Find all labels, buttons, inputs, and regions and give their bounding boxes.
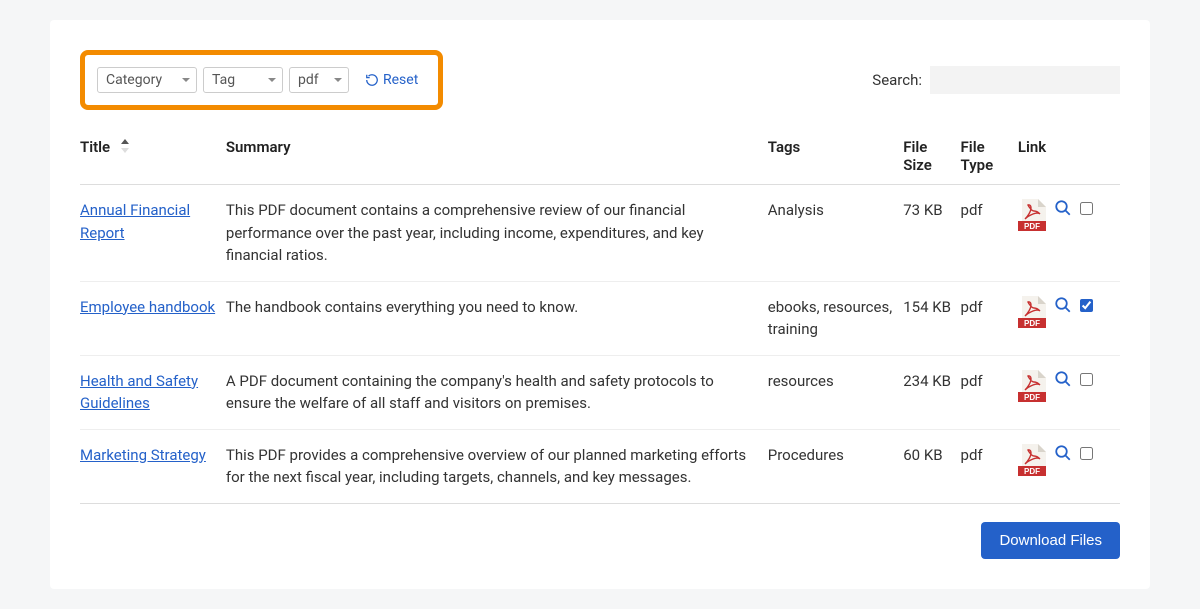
type-cell: pdf xyxy=(961,281,1018,355)
preview-icon[interactable] xyxy=(1054,296,1072,314)
title-link[interactable]: Health and Safety Guidelines xyxy=(80,372,198,413)
col-header-file-size[interactable]: File Size xyxy=(903,128,960,185)
col-header-title[interactable]: Title xyxy=(80,128,226,185)
summary-cell: A PDF document containing the company's … xyxy=(226,355,768,429)
pdf-file-icon[interactable]: PDF xyxy=(1018,199,1046,231)
table-row: Marketing Strategy This PDF provides a c… xyxy=(80,429,1120,503)
table-row: Health and Safety Guidelines A PDF docum… xyxy=(80,355,1120,429)
reset-label: Reset xyxy=(383,72,418,88)
type-cell: pdf xyxy=(961,429,1018,503)
filetype-dropdown[interactable]: pdf xyxy=(289,67,349,93)
col-header-summary[interactable]: Summary xyxy=(226,128,768,185)
chevron-down-icon xyxy=(268,78,276,82)
pdf-file-icon[interactable]: PDF xyxy=(1018,370,1046,402)
tags-cell: ebooks, resources, training xyxy=(768,281,903,355)
preview-icon[interactable] xyxy=(1054,444,1072,462)
table-body: Annual Financial Report This PDF documen… xyxy=(80,185,1120,504)
svg-text:PDF: PDF xyxy=(1024,467,1040,476)
svg-text:PDF: PDF xyxy=(1024,319,1040,328)
sort-asc-icon xyxy=(120,139,130,157)
filetype-dropdown-label: pdf xyxy=(298,72,328,88)
footer-bar: Download Files xyxy=(80,522,1120,559)
title-link[interactable]: Marketing Strategy xyxy=(80,446,206,464)
size-cell: 234 KB xyxy=(903,355,960,429)
table-row: Annual Financial Report This PDF documen… xyxy=(80,185,1120,282)
tags-cell: Procedures xyxy=(768,429,903,503)
table-row: Employee handbook The handbook contains … xyxy=(80,281,1120,355)
svg-text:PDF: PDF xyxy=(1024,393,1040,402)
size-cell: 60 KB xyxy=(903,429,960,503)
size-cell: 154 KB xyxy=(903,281,960,355)
col-header-tags[interactable]: Tags xyxy=(768,128,903,185)
select-checkbox[interactable] xyxy=(1080,299,1093,312)
title-link[interactable]: Employee handbook xyxy=(80,298,215,316)
summary-cell: This PDF provides a comprehensive overvi… xyxy=(226,429,768,503)
pdf-file-icon[interactable]: PDF xyxy=(1018,296,1046,328)
col-header-link[interactable]: Link xyxy=(1018,128,1120,185)
tags-cell: Analysis xyxy=(768,185,903,282)
svg-text:PDF: PDF xyxy=(1024,222,1040,231)
search-label: Search: xyxy=(872,71,922,89)
summary-cell: This PDF document contains a comprehensi… xyxy=(226,185,768,282)
document-list-card: Category Tag pdf Reset Search: xyxy=(50,20,1150,589)
type-cell: pdf xyxy=(961,185,1018,282)
undo-icon xyxy=(365,73,379,87)
tag-dropdown-label: Tag xyxy=(212,72,262,88)
select-checkbox[interactable] xyxy=(1080,373,1093,386)
title-link[interactable]: Annual Financial Report xyxy=(80,201,190,242)
filter-group-highlight: Category Tag pdf Reset xyxy=(80,50,443,110)
size-cell: 73 KB xyxy=(903,185,960,282)
preview-icon[interactable] xyxy=(1054,199,1072,217)
chevron-down-icon xyxy=(334,78,342,82)
select-checkbox[interactable] xyxy=(1080,447,1093,460)
table-header-row: Title Summary Tags File Size File Type L… xyxy=(80,128,1120,185)
reset-button[interactable]: Reset xyxy=(365,72,418,88)
documents-table: Title Summary Tags File Size File Type L… xyxy=(80,128,1120,504)
tags-cell: resources xyxy=(768,355,903,429)
select-checkbox[interactable] xyxy=(1080,202,1093,215)
col-header-file-type[interactable]: File Type xyxy=(961,128,1018,185)
download-files-button[interactable]: Download Files xyxy=(981,522,1120,559)
chevron-down-icon xyxy=(182,78,190,82)
tag-dropdown[interactable]: Tag xyxy=(203,67,283,93)
summary-cell: The handbook contains everything you nee… xyxy=(226,281,768,355)
preview-icon[interactable] xyxy=(1054,370,1072,388)
filter-bar: Category Tag pdf Reset Search: xyxy=(80,50,1120,110)
search-box: Search: xyxy=(872,66,1120,94)
search-input[interactable] xyxy=(930,66,1120,94)
type-cell: pdf xyxy=(961,355,1018,429)
category-dropdown[interactable]: Category xyxy=(97,67,197,93)
category-dropdown-label: Category xyxy=(106,72,176,88)
pdf-file-icon[interactable]: PDF xyxy=(1018,444,1046,476)
